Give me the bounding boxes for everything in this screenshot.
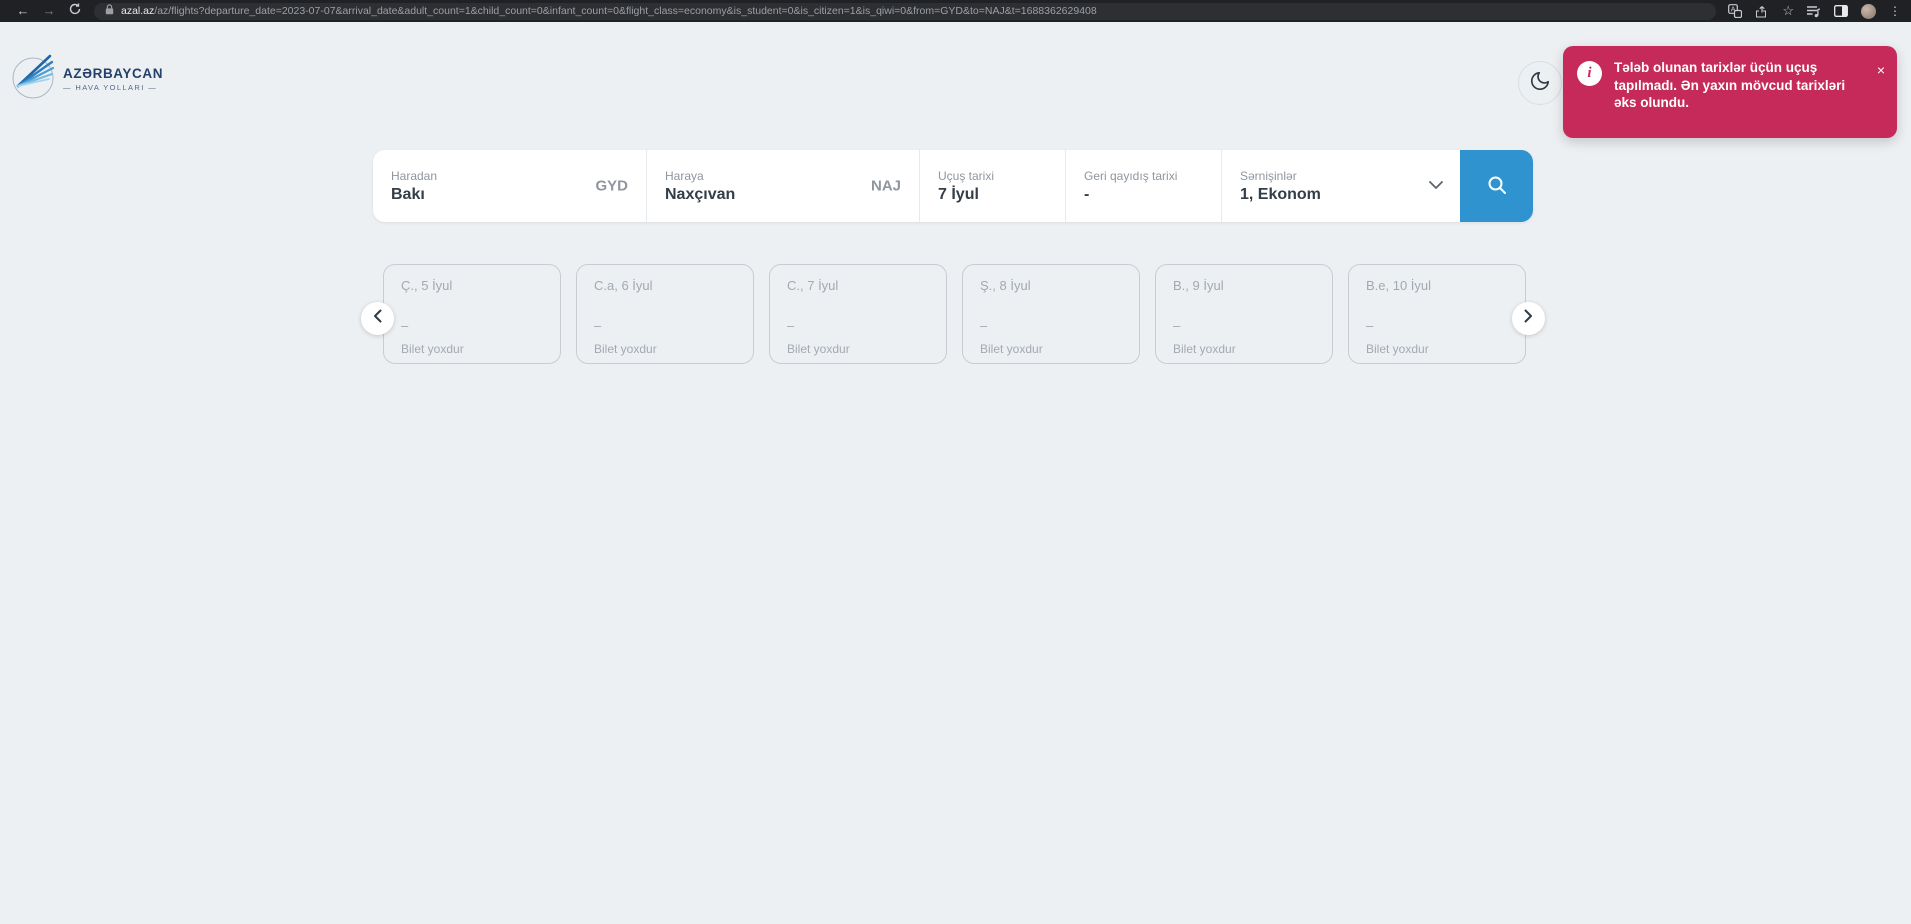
carousel-next-button[interactable] (1512, 302, 1545, 335)
date-card-status: Bilet yoxdur (1366, 342, 1508, 356)
search-button[interactable] (1460, 150, 1533, 222)
side-panel-icon[interactable] (1834, 5, 1848, 17)
bookmark-star-icon[interactable]: ☆ (1782, 3, 1794, 19)
azal-wing-icon (10, 52, 56, 105)
chevron-right-icon (1524, 309, 1533, 328)
profile-avatar[interactable] (1861, 4, 1876, 19)
forward-icon[interactable]: → (36, 0, 62, 22)
logo-line1: AZƏRBAYCAN (63, 66, 163, 81)
origin-value: Bakı (391, 186, 628, 204)
return-date-field[interactable]: Geri qayıdış tarixi - (1066, 150, 1222, 222)
moon-icon (1529, 70, 1551, 97)
share-icon[interactable] (1755, 5, 1769, 18)
destination-airport-code: NAJ (871, 178, 901, 195)
azal-logo[interactable]: AZƏRBAYCAN — HAVA YOLLARI — (10, 52, 163, 105)
date-card-price: – (401, 318, 543, 333)
date-card-price: – (1173, 318, 1315, 333)
date-card-day: Ş., 8 İyul (980, 278, 1122, 293)
toast-message: Tələb olunan tarixlər üçün uçuş tapılmad… (1614, 59, 1846, 125)
browser-toolbar: ← → azal.az/az/flights?departure_date=20… (0, 0, 1911, 22)
date-card-status: Bilet yoxdur (1173, 342, 1315, 356)
departure-date-label: Uçuş tarixi (938, 169, 1047, 183)
logo-text: AZƏRBAYCAN — HAVA YOLLARI — (63, 66, 163, 92)
departure-date-value: 7 İyul (938, 186, 1047, 204)
info-icon: i (1577, 61, 1602, 86)
destination-value: Naxçıvan (665, 186, 901, 204)
lock-icon (105, 3, 114, 20)
passengers-field[interactable]: Sərnişinlər 1, Ekonom (1222, 150, 1460, 222)
destination-label: Haraya (665, 169, 901, 183)
search-icon (1485, 173, 1509, 200)
date-card-price: – (1366, 318, 1508, 333)
date-card-day: B., 9 İyul (1173, 278, 1315, 293)
reload-icon[interactable] (62, 0, 88, 22)
date-card[interactable]: Ç., 5 İyul – Bilet yoxdur (383, 264, 561, 364)
address-bar[interactable]: azal.az/az/flights?departure_date=2023-0… (94, 3, 1716, 20)
date-card-day: Ç., 5 İyul (401, 278, 543, 293)
date-card-price: – (980, 318, 1122, 333)
date-card-status: Bilet yoxdur (787, 342, 929, 356)
date-card[interactable]: C., 7 İyul – Bilet yoxdur (769, 264, 947, 364)
date-card[interactable]: C.a, 6 İyul – Bilet yoxdur (576, 264, 754, 364)
flight-search-form: Haradan Bakı GYD Haraya Naxçıvan NAJ Uçu… (373, 150, 1533, 222)
return-date-value: - (1084, 186, 1203, 204)
date-card-day: C., 7 İyul (787, 278, 929, 293)
date-card-day: C.a, 6 İyul (594, 278, 736, 293)
date-card[interactable]: Ş., 8 İyul – Bilet yoxdur (962, 264, 1140, 364)
carousel-prev-button[interactable] (361, 302, 394, 335)
media-playlist-icon[interactable] (1807, 5, 1821, 18)
close-icon[interactable]: × (1877, 63, 1885, 125)
passengers-label: Sərnişinlər (1240, 169, 1442, 183)
passengers-value: 1, Ekonom (1240, 186, 1442, 204)
date-card[interactable]: B., 9 İyul – Bilet yoxdur (1155, 264, 1333, 364)
date-carousel: Ç., 5 İyul – Bilet yoxdur C.a, 6 İyul – … (383, 264, 1526, 364)
date-card-price: – (594, 318, 736, 333)
dark-mode-toggle[interactable] (1518, 61, 1562, 105)
url-text: azal.az/az/flights?departure_date=2023-0… (121, 5, 1097, 17)
date-card-day: B.e, 10 İyul (1366, 278, 1508, 293)
origin-field[interactable]: Haradan Bakı GYD (373, 150, 647, 222)
origin-airport-code: GYD (595, 178, 628, 195)
chevron-down-icon (1428, 177, 1444, 195)
date-card-status: Bilet yoxdur (980, 342, 1122, 356)
chevron-left-icon (373, 309, 382, 328)
translate-icon[interactable]: A (1728, 4, 1742, 18)
url-host: azal.az (121, 5, 154, 17)
toast-notification: i Tələb olunan tarixlər üçün uçuş tapılm… (1563, 46, 1897, 138)
origin-label: Haradan (391, 169, 628, 183)
date-card-status: Bilet yoxdur (401, 342, 543, 356)
browser-menu-icon[interactable]: ⋮ (1889, 4, 1901, 18)
return-date-label: Geri qayıdış tarixi (1084, 169, 1203, 183)
back-icon[interactable]: ← (10, 0, 36, 22)
flight-search-page: AZƏRBAYCAN — HAVA YOLLARI — i Tələb olun… (0, 22, 1911, 924)
date-card-status: Bilet yoxdur (594, 342, 736, 356)
logo-line2: — HAVA YOLLARI — (63, 83, 163, 92)
date-card[interactable]: B.e, 10 İyul – Bilet yoxdur (1348, 264, 1526, 364)
date-card-price: – (787, 318, 929, 333)
destination-field[interactable]: Haraya Naxçıvan NAJ (647, 150, 920, 222)
departure-date-field[interactable]: Uçuş tarixi 7 İyul (920, 150, 1066, 222)
url-path: /az/flights?departure_date=2023-07-07&ar… (154, 5, 1096, 17)
